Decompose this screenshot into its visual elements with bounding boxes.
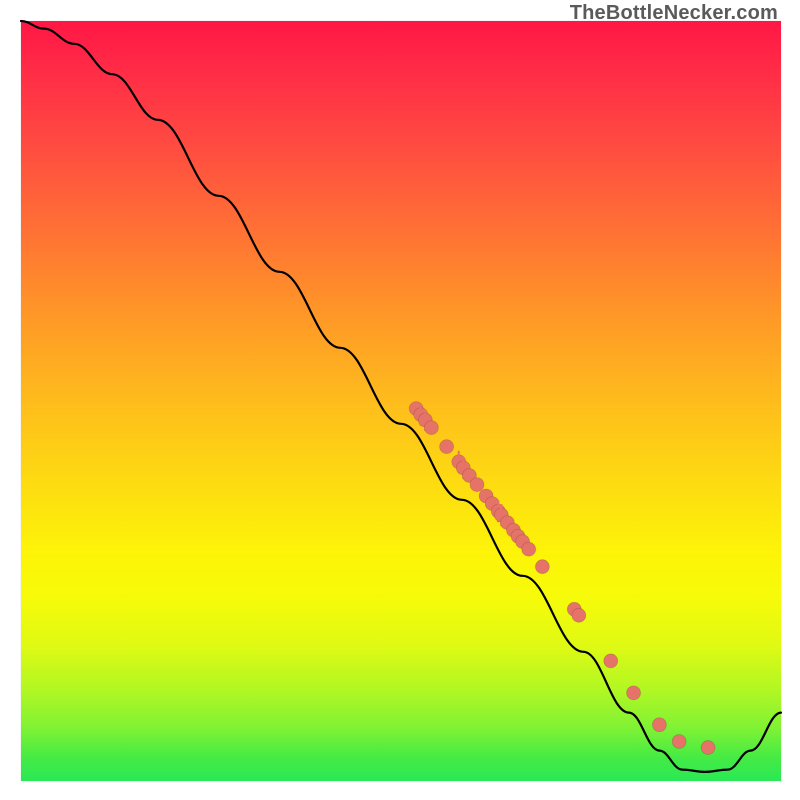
curve-marker bbox=[652, 718, 666, 732]
chart-stage: TheBottleNecker.com bbox=[0, 0, 800, 800]
curve-markers bbox=[409, 402, 715, 755]
curve-marker bbox=[424, 421, 438, 435]
curve-marker bbox=[535, 560, 549, 574]
bottleneck-curve bbox=[21, 21, 781, 772]
curve-marker bbox=[470, 478, 484, 492]
heatmap-background bbox=[21, 21, 781, 781]
curve-marker bbox=[604, 654, 618, 668]
curve-marker bbox=[701, 741, 715, 755]
curve-marker bbox=[440, 440, 454, 454]
curve-marker bbox=[627, 686, 641, 700]
curve-marker bbox=[572, 608, 586, 622]
chart-svg bbox=[21, 21, 781, 781]
curve-marker bbox=[522, 542, 536, 556]
watermark-label: TheBottleNecker.com bbox=[570, 2, 778, 25]
curve-marker bbox=[672, 734, 686, 748]
